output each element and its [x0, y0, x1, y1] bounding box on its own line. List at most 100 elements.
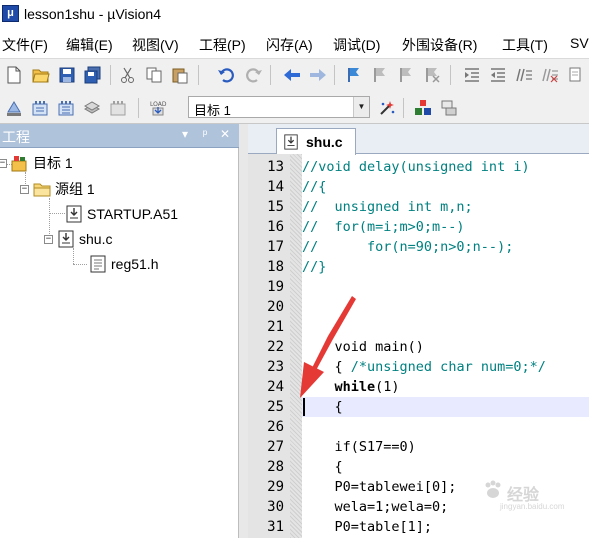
code-line[interactable]: // for(n=90;n>0;n--);: [302, 237, 589, 257]
target-select[interactable]: 目标 1 ▼: [188, 96, 370, 118]
tree-item-target[interactable]: − 目标 1: [0, 152, 73, 174]
menu-tools[interactable]: 工具(T): [502, 35, 548, 55]
cut-icon[interactable]: [118, 65, 138, 85]
copy-icon[interactable]: [144, 65, 164, 85]
code-text: {: [302, 359, 351, 375]
translate-file-icon[interactable]: [4, 98, 24, 118]
find-in-files-icon[interactable]: [566, 65, 586, 85]
chevron-down-icon[interactable]: ▼: [353, 97, 369, 117]
next-bookmark-icon[interactable]: [396, 65, 416, 85]
line-number: 20: [267, 299, 284, 315]
open-folder-icon[interactable]: [31, 65, 51, 85]
code-line[interactable]: [302, 317, 589, 337]
code-line[interactable]: {: [302, 457, 589, 477]
file-toolbar: [0, 58, 589, 92]
code-line[interactable]: //{: [302, 177, 589, 197]
select-packs-icon[interactable]: [439, 98, 459, 118]
undo-icon[interactable]: [216, 65, 236, 85]
menu-view[interactable]: 视图(V): [132, 35, 179, 55]
new-file-icon[interactable]: [4, 65, 24, 85]
navigate-back-icon[interactable]: [282, 65, 302, 85]
stop-build-icon[interactable]: [108, 98, 128, 118]
collapse-icon[interactable]: −: [44, 234, 53, 244]
menu-edit[interactable]: 编辑(E): [66, 35, 113, 55]
code-line[interactable]: // unsigned int m,n;: [302, 197, 589, 217]
tree-item-reg51-h[interactable]: reg51.h: [89, 253, 158, 275]
code-text: P0=tablewei[0];: [302, 479, 457, 495]
paste-icon[interactable]: [170, 65, 190, 85]
uvision-app-icon: μ: [2, 5, 19, 22]
download-load-icon[interactable]: LOAD: [148, 98, 168, 118]
project-panel-title: 工程: [2, 129, 30, 145]
target-icon: [11, 154, 29, 172]
line-number: 29: [267, 479, 284, 495]
target-select-value: 目标 1: [194, 103, 231, 118]
watermark-url: jingyan.baidu.com: [500, 502, 565, 511]
code-line-current[interactable]: {: [302, 397, 589, 417]
code-line[interactable]: P0=table[1];: [302, 517, 589, 537]
c-file-icon: [57, 230, 75, 248]
code-line[interactable]: [302, 277, 589, 297]
collapse-icon[interactable]: −: [0, 158, 7, 168]
tree-item-label: 目标 1: [33, 155, 73, 171]
code-line[interactable]: [302, 417, 589, 437]
tree-line: [73, 248, 74, 264]
save-all-icon[interactable]: [83, 65, 103, 85]
code-line[interactable]: [302, 297, 589, 317]
code-line[interactable]: void main(): [302, 337, 589, 357]
toolbar-separator: [138, 98, 139, 118]
menu-svcs[interactable]: SVC: [570, 35, 589, 51]
menu-peripherals[interactable]: 外围设备(R): [402, 35, 477, 55]
indent-icon[interactable]: [462, 65, 482, 85]
code-line[interactable]: while(1): [302, 377, 589, 397]
menu-flash[interactable]: 闪存(A): [266, 35, 313, 55]
tree-line: [73, 264, 87, 265]
title-bar: μ lesson1shu - µVision4: [0, 0, 589, 30]
code-line[interactable]: // for(m=i;m>0;m--): [302, 217, 589, 237]
menu-project[interactable]: 工程(P): [199, 35, 246, 55]
previous-bookmark-icon[interactable]: [370, 65, 390, 85]
tree-item-source-group[interactable]: − 源组 1: [20, 178, 95, 200]
target-options-icon[interactable]: [377, 98, 397, 118]
rebuild-all-icon[interactable]: [56, 98, 76, 118]
pin-icon[interactable]: ᵖ: [198, 127, 212, 141]
code-text: {: [302, 399, 343, 415]
clear-bookmarks-icon[interactable]: [422, 65, 442, 85]
collapse-icon[interactable]: −: [20, 184, 29, 194]
tree-item-startup-file[interactable]: STARTUP.A51: [65, 203, 178, 225]
code-line[interactable]: //}: [302, 257, 589, 277]
code-text: wela=1;wela=0;: [302, 499, 449, 515]
tree-item-shu-c[interactable]: − shu.c: [44, 228, 112, 250]
close-icon[interactable]: ✕: [218, 127, 232, 141]
save-icon[interactable]: [57, 65, 77, 85]
code-line[interactable]: if(S17==0): [302, 437, 589, 457]
panel-menu-icon[interactable]: ▾: [178, 127, 192, 141]
line-number: 26: [267, 419, 284, 435]
redo-icon[interactable]: [244, 65, 264, 85]
code-text: (1): [375, 379, 400, 395]
batch-build-icon[interactable]: [82, 98, 102, 118]
unindent-icon[interactable]: [488, 65, 508, 85]
code-comment: /*unsigned char num=0;*/: [350, 359, 546, 375]
toolbar-separator: [270, 65, 271, 85]
menu-debug[interactable]: 调试(D): [333, 35, 380, 55]
panel-splitter[interactable]: [239, 124, 248, 538]
uncomment-selection-icon[interactable]: [540, 65, 560, 85]
line-number: 14: [267, 179, 284, 195]
line-number: 27: [267, 439, 284, 455]
manage-components-icon[interactable]: [413, 98, 433, 118]
comment-selection-icon[interactable]: [514, 65, 534, 85]
insert-bookmark-icon[interactable]: [344, 65, 364, 85]
c-file-icon: [284, 134, 298, 150]
navigate-forward-icon[interactable]: [308, 65, 328, 85]
code-text: if(S17==0): [302, 439, 416, 455]
code-line[interactable]: //void delay(unsigned int i): [302, 157, 589, 177]
tab-shu-c[interactable]: shu.c: [276, 128, 356, 155]
build-toolbar: LOAD 目标 1 ▼: [0, 92, 589, 124]
build-target-icon[interactable]: [30, 98, 50, 118]
line-number: 30: [267, 499, 284, 515]
project-panel: 工程 ▾ ᵖ ✕ − 目标 1 − 源组 1 STARTUP.A51 − shu…: [0, 124, 239, 538]
menu-file[interactable]: 文件(F): [2, 35, 48, 55]
line-number: 18: [267, 259, 284, 275]
code-line[interactable]: { /*unsigned char num=0;*/: [302, 357, 589, 377]
